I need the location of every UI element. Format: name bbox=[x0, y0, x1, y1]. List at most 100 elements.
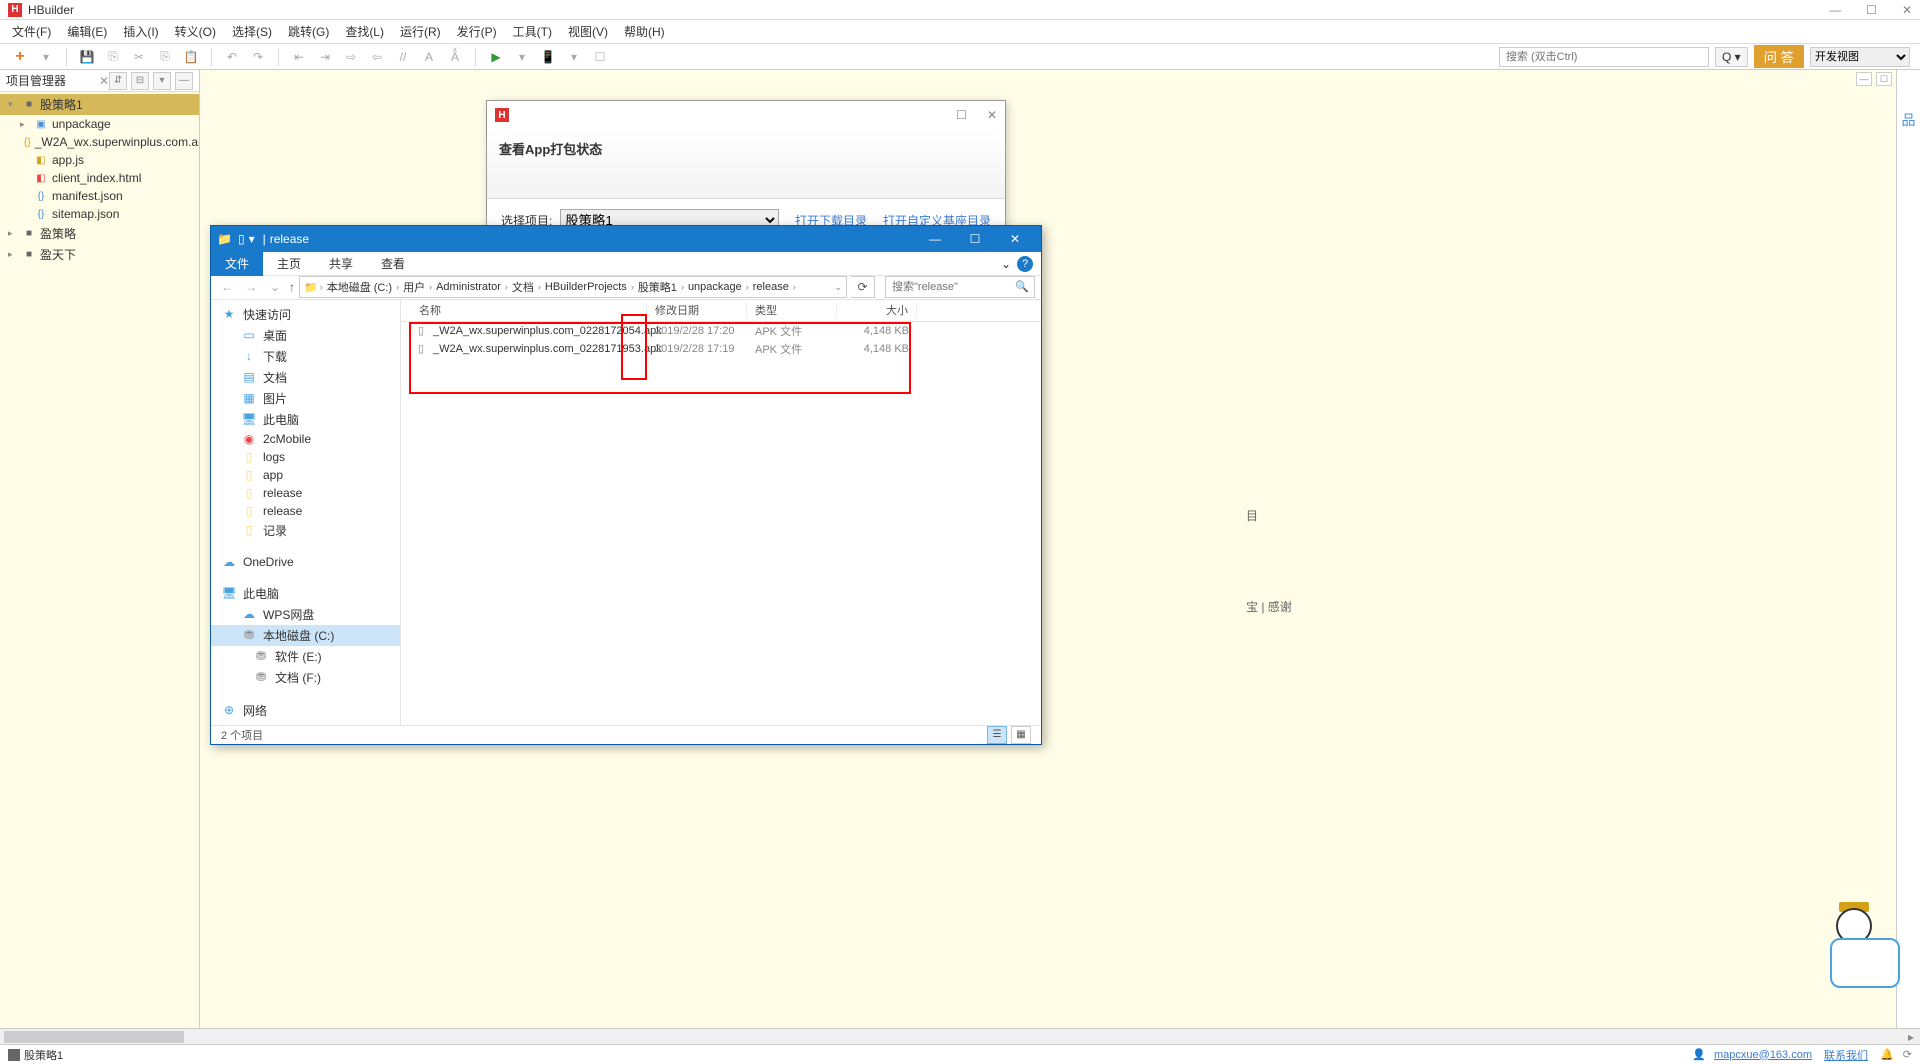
editor-min-icon[interactable]: — bbox=[1856, 72, 1872, 86]
tree-item[interactable]: {}manifest.json bbox=[0, 187, 199, 205]
sidebar-item[interactable]: ☁OneDrive bbox=[211, 553, 400, 571]
sidebar-item[interactable]: ◉2cMobile bbox=[211, 430, 400, 448]
bottom-scrollbar[interactable]: ▸ bbox=[0, 1028, 1920, 1044]
breadcrumb-item[interactable]: unpackage bbox=[686, 281, 744, 293]
close-button[interactable]: ✕ bbox=[1902, 3, 1912, 17]
ribbon-tab[interactable]: 查看 bbox=[367, 251, 419, 276]
link-icon[interactable]: ⇵ bbox=[109, 72, 127, 90]
save-all-icon[interactable]: ⎘ bbox=[103, 47, 123, 67]
ribbon-expand-icon[interactable]: ⌄ bbox=[1001, 257, 1011, 271]
breadcrumb-item[interactable]: Administrator bbox=[434, 281, 503, 293]
device-icon[interactable]: 📱 bbox=[538, 47, 558, 67]
assistant-mascot[interactable] bbox=[1820, 928, 1910, 998]
tree-item[interactable]: ▸■盈策略 bbox=[0, 223, 199, 244]
comment-icon[interactable]: // bbox=[393, 47, 413, 67]
scrollbar-thumb[interactable] bbox=[4, 1031, 184, 1043]
breadcrumb-item[interactable]: 用户 bbox=[401, 279, 427, 295]
sidebar-item[interactable]: ▯logs bbox=[211, 448, 400, 466]
tree-item[interactable]: ▸▣unpackage bbox=[0, 115, 199, 133]
sidebar-item[interactable]: ▦图片 bbox=[211, 388, 400, 409]
collapse-icon[interactable]: ⊟ bbox=[131, 72, 149, 90]
dialog-max-icon[interactable]: ☐ bbox=[956, 108, 967, 122]
sidebar-item[interactable]: ▯记录 bbox=[211, 520, 400, 541]
device-dropdown-icon[interactable]: ▾ bbox=[564, 47, 584, 67]
sidebar-item[interactable]: ★快速访问 bbox=[211, 304, 400, 325]
sidebar-item[interactable]: ↓下载 bbox=[211, 346, 400, 367]
prev-icon[interactable]: ⇤ bbox=[289, 47, 309, 67]
col-date[interactable]: 修改日期 bbox=[647, 302, 747, 318]
cut-icon[interactable]: ✂ bbox=[129, 47, 149, 67]
notify-icon[interactable]: 🔔 bbox=[1880, 1049, 1894, 1061]
tree-item[interactable]: ▾■股策略1 bbox=[0, 94, 199, 115]
menu-icon[interactable]: ▾ bbox=[153, 72, 171, 90]
paste-icon[interactable]: 📋 bbox=[181, 47, 201, 67]
forward-button[interactable]: → bbox=[241, 280, 261, 294]
menu-item[interactable]: 帮助(H) bbox=[620, 21, 669, 42]
outdent-icon[interactable]: ⇦ bbox=[367, 47, 387, 67]
breadcrumb-dropdown-icon[interactable]: ⌄ bbox=[834, 282, 842, 293]
tree-item[interactable]: ◧app.js bbox=[0, 151, 199, 169]
recent-dropdown-icon[interactable]: ⌄ bbox=[265, 280, 285, 294]
sync-icon[interactable]: ⟳ bbox=[1903, 1049, 1912, 1061]
sidebar-item[interactable]: ⛃软件 (E:) bbox=[211, 646, 400, 667]
next-icon[interactable]: ⇥ bbox=[315, 47, 335, 67]
user-email-link[interactable]: mapcxue@163.com bbox=[1714, 1049, 1812, 1061]
menu-item[interactable]: 跳转(G) bbox=[284, 21, 333, 42]
indent-icon[interactable]: ⇨ bbox=[341, 47, 361, 67]
preview-icon[interactable]: ☐ bbox=[590, 47, 610, 67]
sidebar-item[interactable]: ▯app bbox=[211, 466, 400, 484]
ribbon-tab[interactable]: 文件 bbox=[211, 251, 263, 276]
sidebar-item[interactable]: ▭桌面 bbox=[211, 325, 400, 346]
breadcrumb-item[interactable]: HBuilderProjects bbox=[543, 281, 629, 293]
breadcrumb-item[interactable]: 股策略1 bbox=[636, 279, 679, 295]
menu-item[interactable]: 插入(I) bbox=[119, 21, 162, 42]
sidebar-item[interactable]: ⛃文档 (F:) bbox=[211, 667, 400, 688]
explorer-max-button[interactable]: ☐ bbox=[955, 226, 995, 252]
run-dropdown-icon[interactable]: ▾ bbox=[512, 47, 532, 67]
sidebar-item[interactable]: ⊕网络 bbox=[211, 700, 400, 721]
tree-item[interactable]: ▸■盈天下 bbox=[0, 244, 199, 265]
menu-item[interactable]: 工具(T) bbox=[509, 21, 556, 42]
explorer-titlebar[interactable]: 📁 ▯ ▾ | release — ☐ ✕ bbox=[211, 226, 1041, 252]
scroll-right-icon[interactable]: ▸ bbox=[1902, 1030, 1920, 1044]
sidebar-item[interactable]: ⛃本地磁盘 (C:) bbox=[211, 625, 400, 646]
breadcrumb-item[interactable]: release bbox=[751, 281, 791, 293]
help-icon[interactable]: ? bbox=[1017, 256, 1033, 272]
col-name[interactable]: 名称 bbox=[401, 302, 647, 318]
search-icon[interactable]: 🔍 bbox=[1015, 280, 1029, 293]
menu-item[interactable]: 编辑(E) bbox=[63, 21, 111, 42]
file-row[interactable]: ▯_W2A_wx.superwinplus.com_0228172054.apk… bbox=[401, 322, 1041, 340]
ribbon-tab[interactable]: 主页 bbox=[263, 251, 315, 276]
tree-item[interactable]: {}sitemap.json bbox=[0, 205, 199, 223]
sidebar-item[interactable]: ▯release bbox=[211, 484, 400, 502]
min-icon[interactable]: — bbox=[175, 72, 193, 90]
file-row[interactable]: ▯_W2A_wx.superwinplus.com_0228171953.apk… bbox=[401, 340, 1041, 358]
sidebar-item[interactable]: ☁WPS网盘 bbox=[211, 604, 400, 625]
refresh-button[interactable]: ⟳ bbox=[851, 276, 875, 298]
new-button[interactable]: + bbox=[10, 47, 30, 67]
format-icon[interactable]: A bbox=[419, 47, 439, 67]
run-icon[interactable]: ▶ bbox=[486, 47, 506, 67]
style-icon[interactable]: Aͯ bbox=[445, 47, 465, 67]
copy-icon[interactable]: ⎘ bbox=[155, 47, 175, 67]
tree-item[interactable]: {}_W2A_wx.superwinplus.com.ap bbox=[0, 133, 199, 151]
sidebar-item[interactable]: ▯release bbox=[211, 502, 400, 520]
details-view-icon[interactable]: ☰ bbox=[987, 726, 1007, 744]
tree-item[interactable]: ◧client_index.html bbox=[0, 169, 199, 187]
menu-item[interactable]: 选择(S) bbox=[228, 21, 276, 42]
up-button[interactable]: ↑ bbox=[289, 280, 295, 294]
search-input[interactable] bbox=[1499, 47, 1709, 67]
view-select[interactable]: 开发视图 bbox=[1810, 47, 1910, 67]
down-arrow-icon[interactable]: ▾ bbox=[249, 232, 255, 246]
dialog-close-icon[interactable]: ✕ bbox=[987, 108, 997, 122]
search-scope-button[interactable]: Q ▾ bbox=[1715, 47, 1748, 67]
explorer-search-input[interactable] bbox=[885, 276, 1035, 298]
dropdown-icon[interactable]: ▾ bbox=[36, 47, 56, 67]
menu-item[interactable]: 查找(L) bbox=[341, 21, 388, 42]
breadcrumb[interactable]: 📁 › 本地磁盘 (C:)›用户›Administrator›文档›HBuild… bbox=[299, 276, 847, 298]
back-button[interactable]: ← bbox=[217, 280, 237, 294]
minimize-button[interactable]: — bbox=[1829, 3, 1841, 17]
quick-access-icon[interactable]: ▯ bbox=[238, 232, 245, 246]
maximize-button[interactable]: ☐ bbox=[1866, 3, 1877, 17]
menu-item[interactable]: 文件(F) bbox=[8, 21, 55, 42]
